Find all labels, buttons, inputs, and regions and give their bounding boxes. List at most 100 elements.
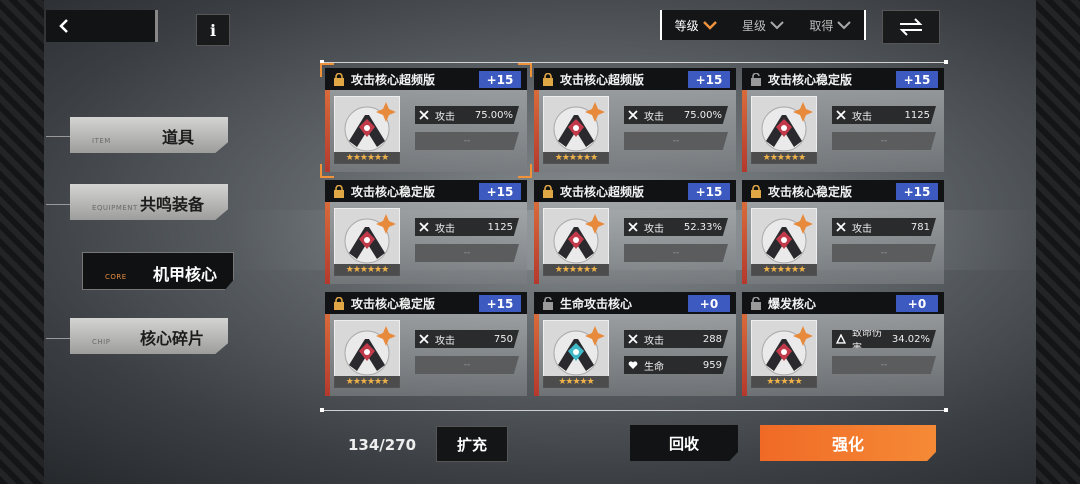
card-title: 爆发核心 [768,296,817,311]
card-title: 攻击核心稳定版 [768,184,853,199]
rarity-stripe [742,314,747,396]
selection-corner [320,63,334,77]
sort-by-acquired[interactable]: 取得 [809,17,852,34]
stat-row-empty: -- [832,132,936,150]
star-rating: ★★★★★★ [334,376,400,388]
enhance-level-badge: +15 [896,183,938,200]
stat-row: 攻击 52.33% [624,218,728,236]
left-border-pattern [0,0,44,484]
info-icon: i [209,20,217,40]
triangle-icon [836,334,846,344]
enhance-level-badge: +15 [688,71,730,88]
grid-corner [320,408,324,412]
core-card[interactable]: 生命攻击核心 +0 ★★★★★ 攻击 288 生命 959 [534,292,736,396]
menu-connector [46,204,70,205]
sword-icon [628,222,638,232]
stat-row: 攻击 1125 [832,106,936,124]
sword-icon [628,110,638,120]
lock-icon [543,184,553,198]
lock-icon [334,184,344,198]
menu-connector [46,338,70,339]
stat-row: 攻击 288 [624,330,728,348]
stat-value: -- [880,136,888,146]
sort-by-stars[interactable]: 星级 [742,17,784,34]
stat-value: 781 [910,221,930,233]
rarity-stripe [534,90,539,172]
lock-icon [751,184,761,198]
star-rating: ★★★★★★ [751,152,817,164]
stat-row-empty: -- [832,356,936,374]
stat-row-empty: -- [624,132,728,150]
sword-icon [419,334,429,344]
stat-label: 攻击 [644,335,664,347]
star-rating: ★★★★★★ [751,264,817,276]
stat-row: 致命伤害34.02% [832,330,936,348]
stat-row: 攻击 75.00% [624,106,728,124]
rarity-stripe [742,202,747,284]
menu-item-core[interactable]: CORE 机甲核心 [82,252,234,290]
core-card[interactable]: 攻击核心稳定版 +15 ★★★★★★ 攻击 1125 -- [325,180,527,284]
stat-value: -- [672,136,680,146]
card-title: 攻击核心超频版 [560,72,645,87]
menu-item-item[interactable]: ITEM 道具 [70,117,228,153]
stat-value: -- [672,248,680,258]
stat-row-empty: -- [832,244,936,262]
stat-row: 攻击 75.00% [415,106,519,124]
stat-label: 攻击 [644,223,664,235]
swap-arrows-icon [899,18,923,36]
stat-value: 750 [493,333,513,345]
core-card[interactable]: 攻击核心稳定版 +15 ★★★★★★ 攻击 781 -- [742,180,944,284]
star-rating: ★★★★★★ [334,152,400,164]
enhance-level-badge: +15 [688,183,730,200]
stat-value: -- [880,360,888,370]
core-card[interactable]: 攻击核心超频版 +15 ★★★★★★ 攻击 52.33% -- [534,180,736,284]
stat-row-empty: -- [415,356,519,374]
rarity-stripe [325,314,330,396]
enhance-button[interactable]: 强化 [760,425,936,461]
stat-label: 攻击 [435,335,455,347]
back-button[interactable] [46,10,158,42]
sword-icon [836,222,846,232]
stat-row-empty: -- [415,132,519,150]
card-title: 攻击核心稳定版 [768,72,853,87]
core-card[interactable]: 爆发核心 +0 ★★★★★ 致命伤害34.02% -- [742,292,944,396]
stat-row-empty: -- [624,244,728,262]
sort-by-level[interactable]: 等级 [675,17,717,34]
star-rating: ★★★★★ [751,376,817,388]
enhance-level-badge: +0 [896,295,938,312]
core-card[interactable]: 攻击核心超频版 +15 ★★★★★★ 攻击 75.00% -- [325,68,527,172]
stat-value: 1125 [487,221,513,233]
grid-corner [944,60,948,64]
rarity-stripe [325,90,330,172]
card-title: 攻击核心稳定版 [351,296,436,311]
card-title: 攻击核心稳定版 [351,184,436,199]
swap-order-button[interactable] [882,10,940,44]
stat-row: 生命 959 [624,356,728,374]
inventory-count: 134/270 [348,436,417,454]
stat-value: 75.00% [474,109,513,121]
rarity-stripe [534,202,539,284]
stat-row: 攻击 1125 [415,218,519,236]
card-title: 攻击核心超频版 [351,72,436,87]
enhance-level-badge: +15 [479,71,521,88]
expand-button[interactable]: 扩充 [436,426,508,462]
stat-label: 攻击 [435,223,455,235]
menu-item-equipment[interactable]: EQUIPMENT 共鸣装备 [70,184,228,220]
enhance-level-badge: +15 [479,183,521,200]
stat-value: 1125 [904,109,930,121]
menu-item-chip[interactable]: CHIP 核心碎片 [70,318,228,354]
core-card[interactable]: 攻击核心稳定版 +15 ★★★★★★ 攻击 750 -- [325,292,527,396]
core-card[interactable]: 攻击核心超频版 +15 ★★★★★★ 攻击 75.00% -- [534,68,736,172]
stat-value: -- [463,136,471,146]
rarity-stripe [534,314,539,396]
recycle-button[interactable]: 回收 [630,425,738,461]
info-button[interactable]: i [196,14,230,46]
chevron-down-icon [837,20,852,29]
rarity-stripe [325,202,330,284]
enhance-level-badge: +0 [688,295,730,312]
sort-bar: 等级 星级 取得 [660,10,866,40]
stat-row: 攻击 781 [832,218,936,236]
lock-icon [334,296,344,310]
core-card[interactable]: 攻击核心稳定版 +15 ★★★★★★ 攻击 1125 -- [742,68,944,172]
menu-connector [46,136,70,137]
